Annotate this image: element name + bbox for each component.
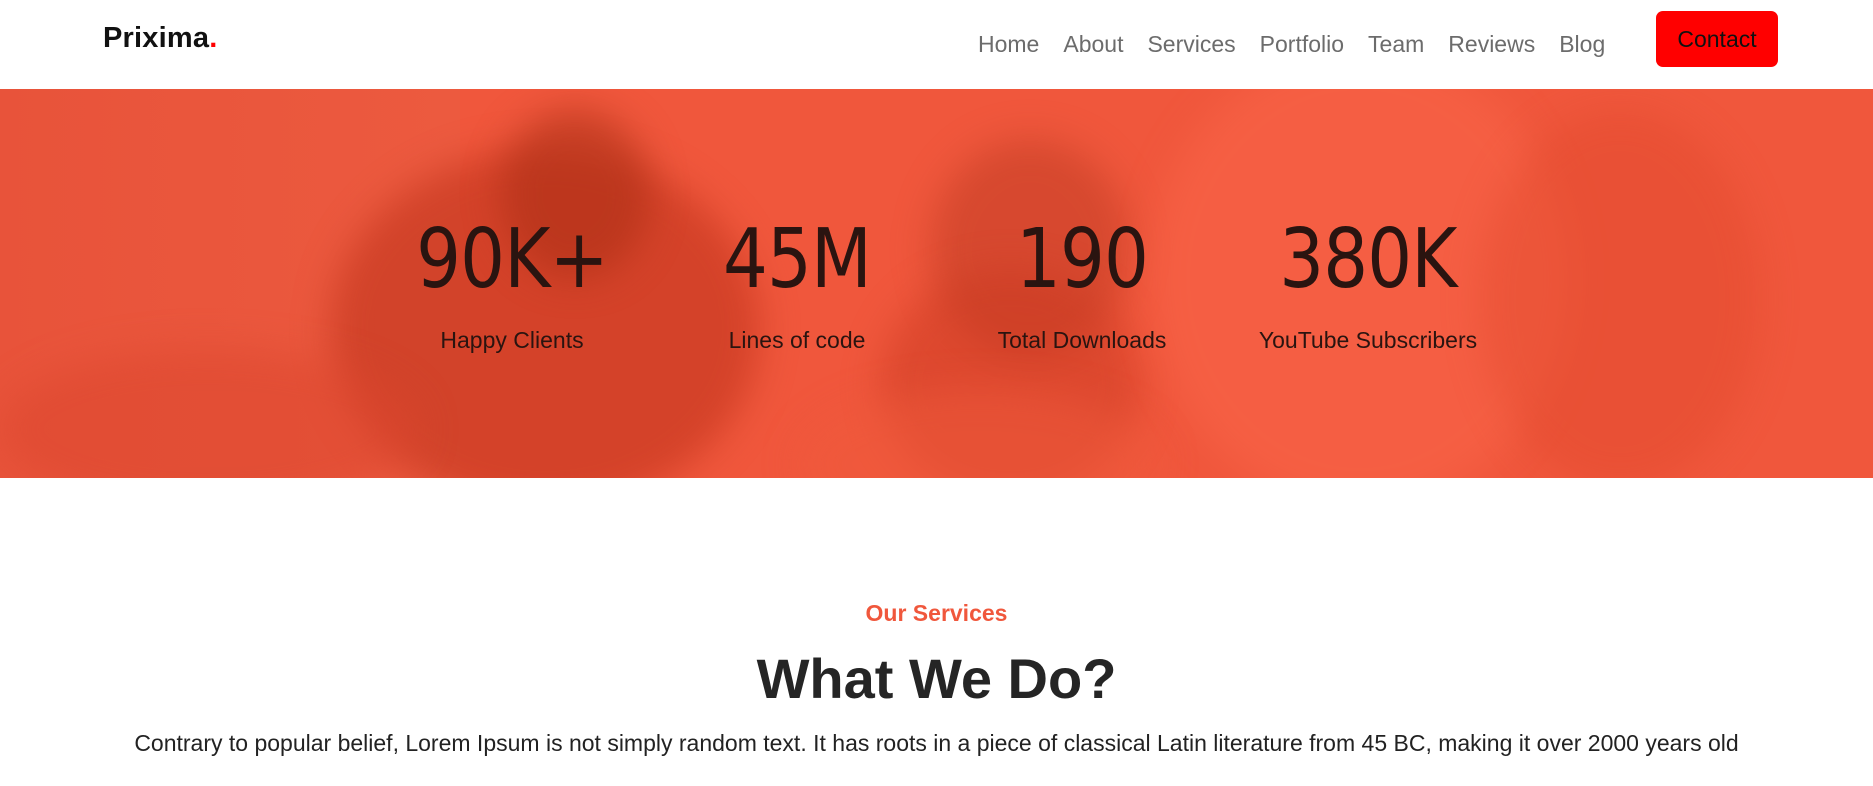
nav-links: Home About Services Portfolio Team Revie… xyxy=(978,0,1629,89)
services-eyebrow: Our Services xyxy=(865,600,1008,626)
navbar: Prixima. Home About Services Portfolio T… xyxy=(0,0,1873,89)
stat-label: YouTube Subscribers xyxy=(1258,327,1478,353)
stat-value: 90K+ xyxy=(416,212,608,307)
nav-link-blog[interactable]: Blog xyxy=(1559,31,1605,58)
services-description: Contrary to popular belief, Lorem Ipsum … xyxy=(134,730,1739,756)
brand-name: Prixima xyxy=(103,22,210,54)
hero-background-image xyxy=(0,89,1873,478)
stat-label: Lines of code xyxy=(728,327,866,353)
stat-value: 45M xyxy=(722,212,872,307)
stats-section: 90K+ Happy Clients 45M Lines of code 190… xyxy=(0,89,1873,478)
brand-logo[interactable]: Prixima. xyxy=(103,22,217,55)
nav-link-team[interactable]: Team xyxy=(1368,31,1424,58)
contact-button[interactable]: Contact xyxy=(1656,11,1778,67)
nav-link-reviews[interactable]: Reviews xyxy=(1448,31,1535,58)
stat-label: Happy Clients xyxy=(440,327,584,353)
nav-link-home[interactable]: Home xyxy=(978,31,1039,58)
nav-link-portfolio[interactable]: Portfolio xyxy=(1260,31,1344,58)
brand-dot: . xyxy=(209,22,218,54)
stat-label: Total Downloads xyxy=(997,327,1167,353)
services-title: What We Do? xyxy=(756,647,1117,710)
nav-link-services[interactable]: Services xyxy=(1147,31,1235,58)
stat-value: 380K xyxy=(1279,212,1457,307)
nav-link-about[interactable]: About xyxy=(1063,31,1123,58)
stat-value: 190 xyxy=(1015,212,1149,307)
